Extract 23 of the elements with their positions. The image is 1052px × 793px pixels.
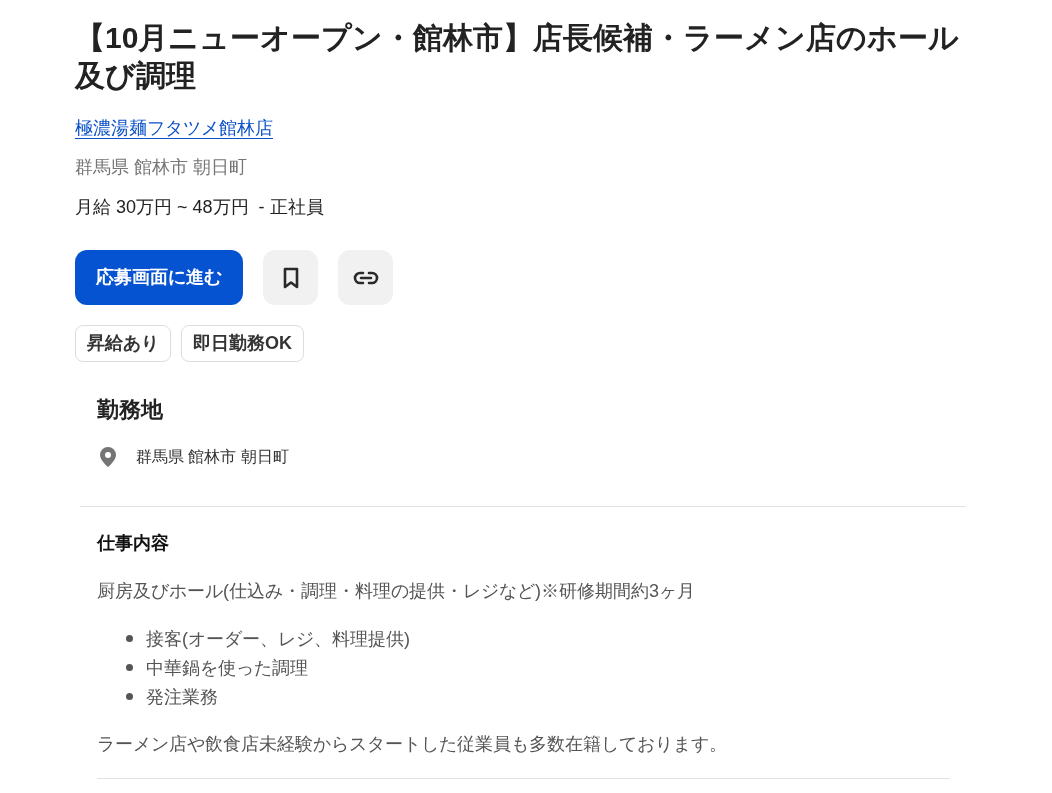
description-text: ラーメン店や飲食店未経験からスタートした従業員も多数在籍しております。	[97, 733, 727, 756]
list-item-text: 接客(オーダー、レジ、料理提供)	[146, 627, 410, 651]
copy-link-button[interactable]	[338, 250, 393, 305]
map-pin-icon	[100, 447, 116, 467]
bullet-icon	[126, 664, 133, 671]
list-item-text: 発注業務	[146, 685, 218, 709]
job-title: 【10月ニューオープン・館林市】店長候補・ラーメン店のホール及び調理	[75, 20, 961, 94]
address-text: 群馬県 館林市 朝日町	[136, 447, 289, 467]
description-text: 厨房及びホール(仕込み・調理・料理の提供・レジなど)※研修期間約3ヶ月	[97, 580, 695, 603]
link-icon	[352, 270, 379, 285]
bookmark-button[interactable]	[263, 250, 318, 305]
feature-tag: 昇給あり	[75, 325, 171, 362]
list-item-text: 中華鍋を使った調理	[146, 656, 308, 680]
bookmark-icon	[282, 266, 299, 289]
section-heading: 勤務地	[97, 396, 163, 424]
location-text: 群馬県 館林市 朝日町	[75, 156, 247, 179]
apply-button[interactable]: 応募画面に進む	[75, 250, 243, 305]
company-link[interactable]: 極濃湯麺フタツメ館林店	[75, 115, 273, 141]
section-heading: 仕事内容	[97, 532, 169, 555]
feature-tag: 即日勤務OK	[181, 325, 304, 362]
salary-text: 月給 30万円 ~ 48万円 - 正社員	[75, 196, 324, 219]
bullet-icon	[126, 693, 133, 700]
bullet-icon	[126, 635, 133, 642]
